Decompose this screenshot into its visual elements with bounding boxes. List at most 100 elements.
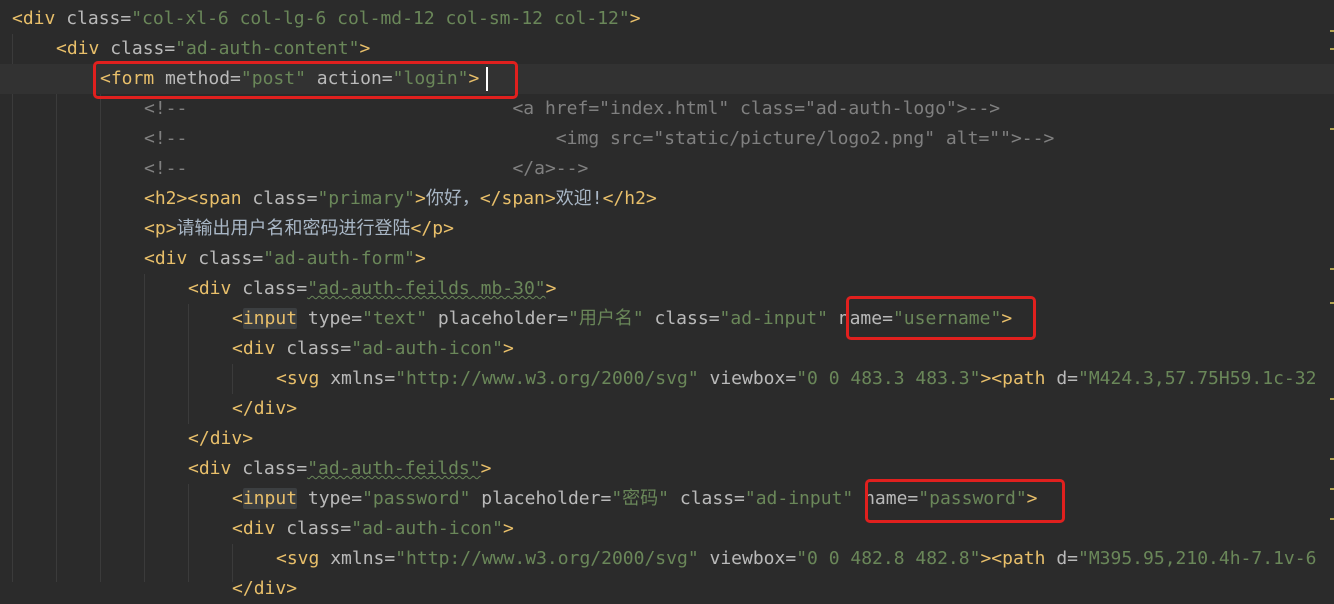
- code-token: "0 0 483.3 483.3": [796, 368, 981, 389]
- code-line[interactable]: <svg xmlns="http://www.w3.org/2000/svg" …: [0, 364, 1334, 394]
- code-token: >: [645, 188, 657, 209]
- code-token: >: [443, 218, 454, 239]
- code-token: div: [242, 518, 276, 539]
- code-token: <: [276, 548, 287, 569]
- code-token: div: [242, 338, 276, 359]
- code-line[interactable]: <h2><span class="primary">你好，</span>欢迎!<…: [0, 184, 1334, 214]
- code-token: <!-- <img src="static/picture/logo2.png"…: [144, 128, 1055, 149]
- code-token: type=: [297, 488, 363, 509]
- code-line[interactable]: <input type="password" placeholder="密码" …: [0, 484, 1334, 514]
- code-token: div: [154, 248, 188, 269]
- code-token: <!-- </a>-->: [144, 158, 589, 179]
- scrollbar-mark[interactable]: [1330, 30, 1334, 32]
- scrollbar-mark[interactable]: [1330, 488, 1334, 490]
- scrollbar-mark[interactable]: [1330, 48, 1334, 50]
- code-line[interactable]: <div class="ad-auth-icon">: [0, 334, 1334, 364]
- code-token: 你好，: [425, 188, 480, 209]
- code-line[interactable]: <div class="ad-auth-feilds mb-30">: [0, 274, 1334, 304]
- code-token: xmlns=: [319, 548, 396, 569]
- code-token: "ad-input": [719, 308, 828, 329]
- code-token: ><: [980, 368, 1003, 389]
- code-token: >: [480, 458, 492, 479]
- code-token: >: [545, 278, 557, 299]
- code-token: class=: [275, 518, 352, 539]
- code-token: </: [188, 428, 210, 449]
- code-token: <: [276, 368, 287, 389]
- code-line[interactable]: <div class="ad-auth-content">: [0, 34, 1334, 64]
- code-token: "col-xl-6 col-lg-6 col-md-12 col-sm-12 c…: [131, 8, 630, 29]
- scrollbar-mark[interactable]: [1330, 128, 1334, 130]
- highlight-box-username: [846, 296, 1036, 340]
- code-token: >: [286, 398, 298, 419]
- code-line[interactable]: <div class="col-xl-6 col-lg-6 col-md-12 …: [0, 4, 1334, 34]
- code-line[interactable]: <div class="ad-auth-form">: [0, 244, 1334, 274]
- code-token: class=: [275, 338, 352, 359]
- code-token: path: [1002, 368, 1046, 389]
- code-token: <: [188, 278, 199, 299]
- code-token: >: [286, 578, 298, 599]
- code-token: <: [144, 188, 155, 209]
- code-token: class=: [99, 38, 176, 59]
- code-token: placeholder=: [427, 308, 568, 329]
- code-token: viewbox=: [698, 548, 797, 569]
- code-token: "ad-auth-icon": [351, 338, 503, 359]
- code-token: <: [232, 518, 243, 539]
- code-line[interactable]: </div>: [0, 424, 1334, 454]
- code-line[interactable]: <svg xmlns="http://www.w3.org/2000/svg" …: [0, 544, 1334, 574]
- scrollbar-mark[interactable]: [1330, 518, 1334, 520]
- code-token: class=: [231, 278, 308, 299]
- code-token: ><: [980, 548, 1003, 569]
- code-token: >: [414, 248, 426, 269]
- code-token: >: [165, 218, 177, 239]
- scrollbar-mark[interactable]: [1330, 398, 1334, 400]
- code-token: path: [1002, 548, 1046, 569]
- code-token: svg: [286, 368, 320, 389]
- code-line[interactable]: <p>请输出用户名和密码进行登陆</p>: [0, 214, 1334, 244]
- code-token: <: [56, 38, 67, 59]
- text-caret: [486, 67, 488, 91]
- code-token: <: [12, 8, 23, 29]
- code-token: "0 0 482.8 482.8": [796, 548, 981, 569]
- code-token: svg: [286, 548, 320, 569]
- code-token: >: [242, 428, 254, 449]
- code-token: 欢迎!: [555, 188, 603, 209]
- code-token: "http://www.w3.org/2000/svg": [395, 548, 699, 569]
- code-line[interactable]: </div>: [0, 574, 1334, 604]
- code-token: >: [502, 518, 514, 539]
- code-token: viewbox=: [698, 368, 797, 389]
- scrollbar-mark[interactable]: [1330, 268, 1334, 270]
- code-token: class=: [231, 458, 308, 479]
- code-line[interactable]: <input type="text" placeholder="用户名" cla…: [0, 304, 1334, 334]
- code-token: <: [144, 218, 155, 239]
- code-token: input: [242, 488, 298, 509]
- scrollbar-mark[interactable]: [1330, 302, 1334, 304]
- code-token: <: [232, 338, 243, 359]
- code-line[interactable]: <div class="ad-auth-feilds">: [0, 454, 1334, 484]
- code-token: class=: [669, 488, 745, 509]
- code-line[interactable]: <!-- <img src="static/picture/logo2.png"…: [0, 124, 1334, 154]
- code-token: "ad-input": [744, 488, 854, 509]
- code-token: "ad-auth-feilds mb-30": [307, 278, 546, 299]
- code-token: div: [22, 8, 56, 29]
- code-token: input: [242, 308, 298, 329]
- code-editor[interactable]: <div class="col-xl-6 col-lg-6 col-md-12 …: [0, 0, 1334, 599]
- code-token: "text": [362, 308, 428, 329]
- code-token: p: [154, 218, 166, 239]
- code-token: class=: [643, 308, 720, 329]
- code-token: </: [602, 188, 625, 209]
- code-token: "用户名": [567, 308, 644, 329]
- scrollbar-mark[interactable]: [1330, 458, 1334, 460]
- code-line[interactable]: </div>: [0, 394, 1334, 424]
- code-token: div: [253, 578, 287, 599]
- code-line[interactable]: <!-- </a>-->: [0, 154, 1334, 184]
- code-token: class=: [55, 8, 132, 29]
- code-token: <!-- <a href="index.html" class="ad-auth…: [144, 98, 1001, 119]
- code-token: d=: [1045, 368, 1078, 389]
- code-line[interactable]: <div class="ad-auth-icon">: [0, 514, 1334, 544]
- code-token: "M395.95,210.4h-7.1v-6: [1078, 548, 1317, 569]
- code-token: p: [432, 218, 444, 239]
- code-token: </: [232, 398, 254, 419]
- code-token: h2: [154, 188, 177, 209]
- code-token: </: [232, 578, 254, 599]
- code-token: div: [66, 38, 100, 59]
